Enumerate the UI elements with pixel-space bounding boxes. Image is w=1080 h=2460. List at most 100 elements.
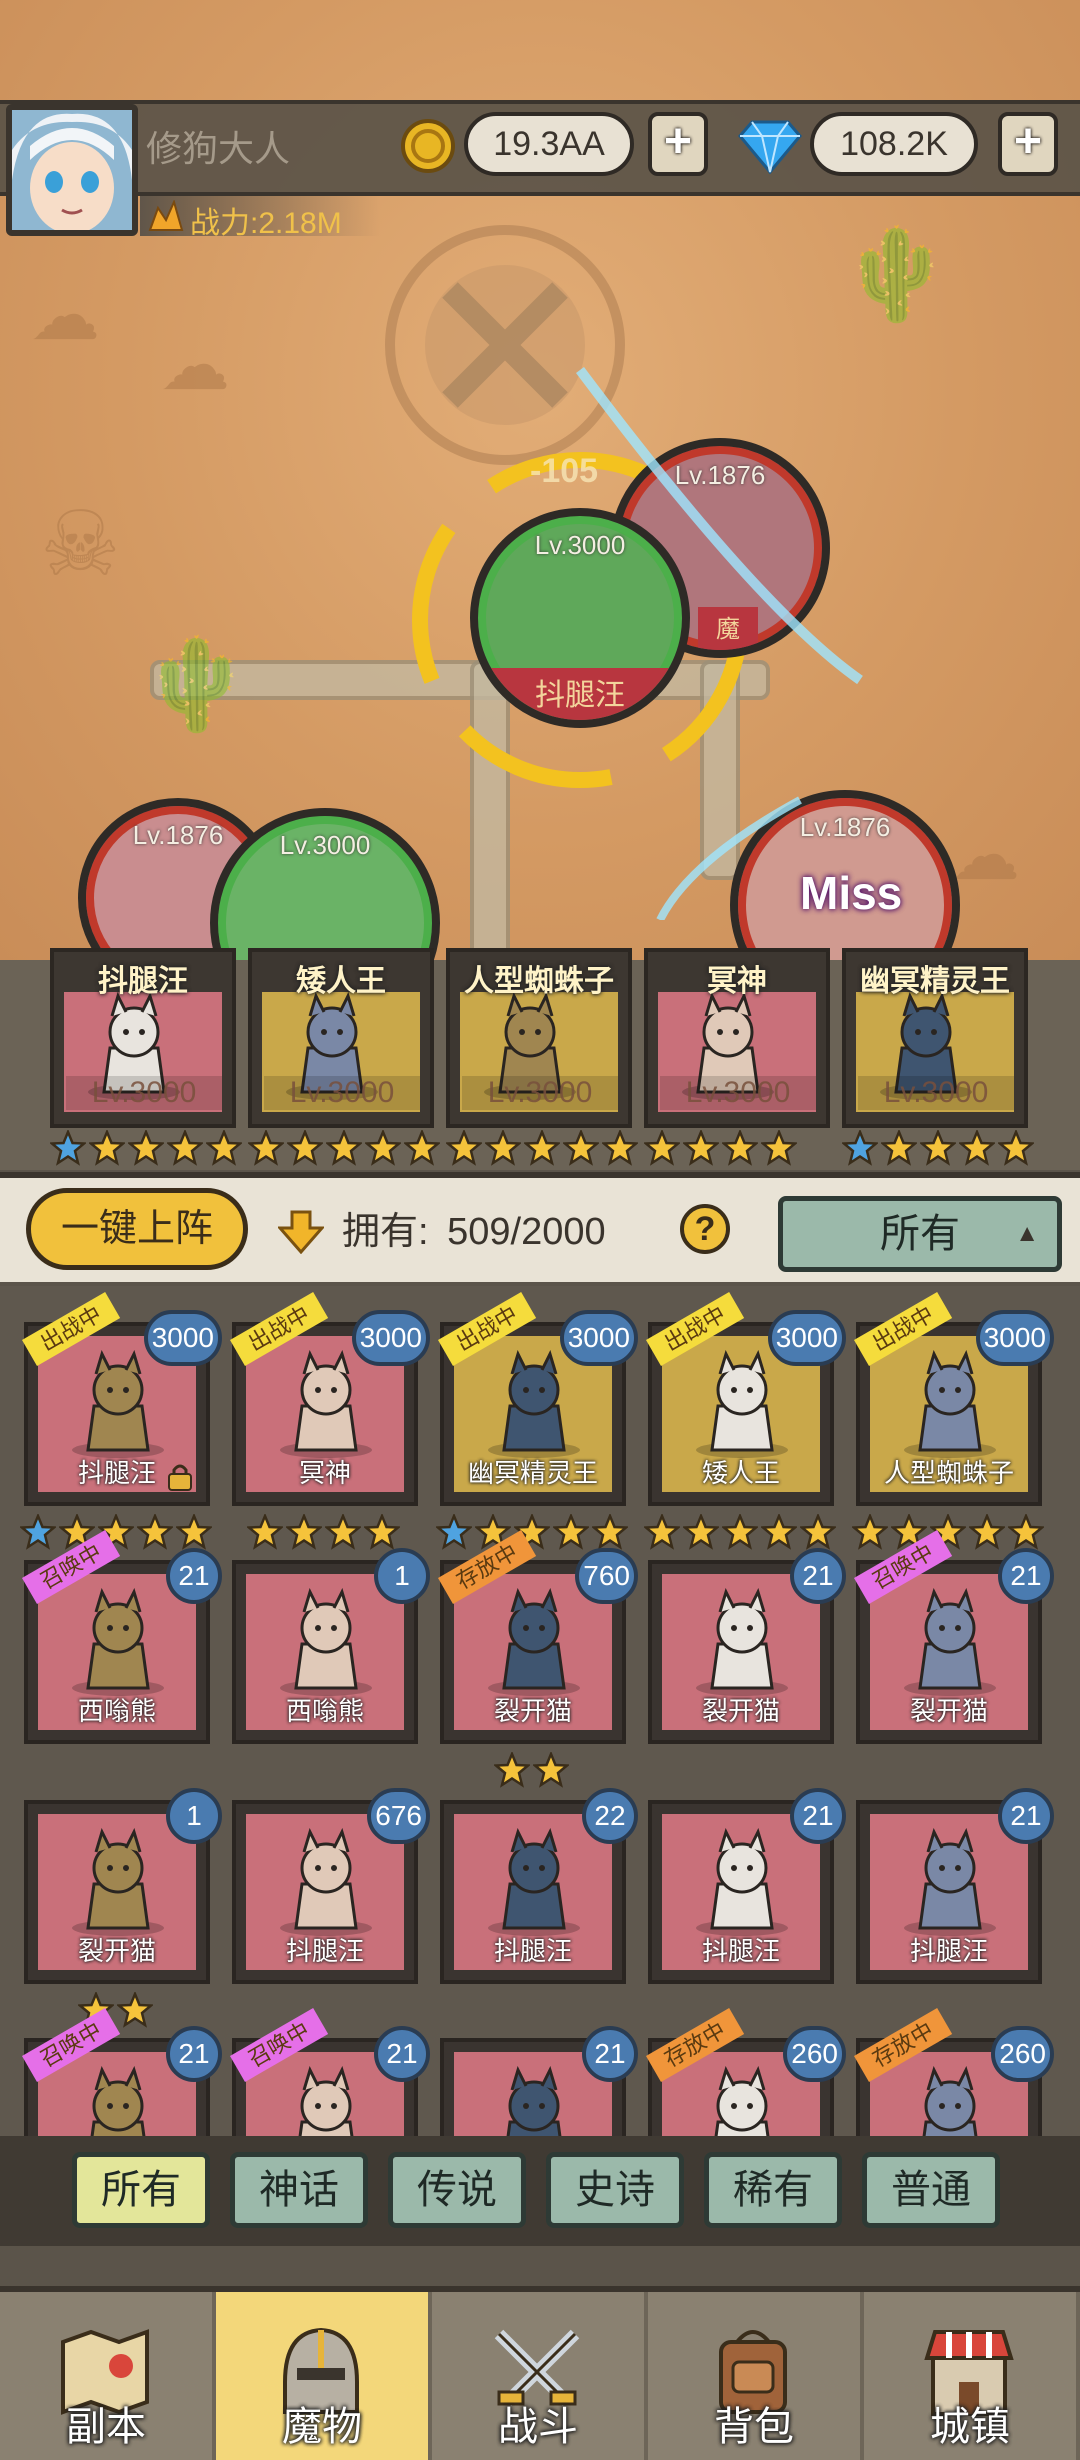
player-name: 修狗大人	[146, 128, 291, 169]
rarity-tab[interactable]: 神话	[230, 2152, 368, 2228]
count-badge: 260	[991, 2026, 1054, 2082]
monster-portrait-icon	[904, 1827, 996, 1936]
skull-icon: ☠	[40, 495, 121, 595]
nav-tab[interactable]: 战斗	[432, 2292, 648, 2460]
star-rating	[851, 1514, 1044, 1550]
star-icon	[50, 1130, 86, 1166]
monster-card[interactable]: 21 裂开猫	[648, 1548, 846, 1744]
star-icon	[602, 1130, 638, 1166]
monster-portrait-icon	[280, 1827, 372, 1936]
monster-card[interactable]: 出战中 3000 冥神	[230, 1292, 430, 1506]
monster-card[interactable]: 出战中 3000 人型蜘蛛子	[854, 1292, 1054, 1506]
monster-card[interactable]: 21 抖腿汪	[648, 1788, 846, 1984]
slash-effect-icon	[576, 366, 863, 920]
star-rating	[446, 1130, 638, 1166]
rarity-tab[interactable]: 史诗	[546, 2152, 684, 2228]
rarity-tab[interactable]: 稀有	[704, 2152, 842, 2228]
monster-portrait-icon	[90, 2065, 146, 2136]
count-badge: 22	[582, 1788, 638, 1844]
star-rating	[19, 1514, 212, 1550]
monster-card[interactable]: 出战中 3000 幽冥精灵王	[438, 1292, 638, 1506]
monster-card[interactable]: 22 抖腿汪	[440, 1788, 638, 1984]
ally-unit-left[interactable]: Lv.3000	[210, 808, 440, 960]
formation-slot[interactable]: 人型蜘蛛子 Lv.3000	[446, 948, 632, 1128]
nav-tab[interactable]: 背包	[648, 2292, 864, 2460]
nav-tab[interactable]: 城镇	[864, 2292, 1080, 2460]
star-icon	[851, 1514, 888, 1550]
monster-card[interactable]: 1 西嗡熊	[232, 1548, 430, 1744]
monster-name: 抖腿汪	[701, 1936, 780, 1966]
nav-label: 副本	[66, 2405, 146, 2449]
monster-name: 抖腿汪	[493, 1936, 572, 1966]
monster-portrait-icon	[922, 2065, 978, 2136]
avatar-portrait-icon	[12, 110, 132, 230]
monster-portrait-icon	[72, 1827, 164, 1936]
filter-label: 所有	[880, 1212, 960, 1256]
star-icon	[117, 1992, 153, 2028]
formation-slot[interactable]: 幽冥精灵王 Lv.3000	[842, 948, 1028, 1128]
formation-level: Lv.3000	[660, 1076, 816, 1110]
formation-slot[interactable]: 冥神 Lv.3000	[644, 948, 830, 1128]
star-icon	[404, 1130, 440, 1166]
count-badge: 3000	[975, 1310, 1054, 1366]
add-gems-button[interactable]: +	[998, 112, 1058, 176]
nav-tab[interactable]: 副本	[0, 2292, 216, 2460]
owned-label: 拥有:	[342, 1211, 429, 1253]
monster-portrait-icon	[506, 2065, 562, 2136]
star-icon	[682, 1514, 719, 1550]
owned-count: 拥有: 509/2000	[342, 1200, 606, 1255]
rarity-tab[interactable]: 传说	[388, 2152, 526, 2228]
star-icon	[446, 1130, 482, 1166]
monster-card[interactable]: 1 裂开猫	[24, 1788, 222, 1984]
formation-name: 人型蜘蛛子	[464, 965, 614, 998]
monster-roster: 出战中 3000 抖腿汪 出战中 3000 冥神 出战中 3000 幽冥精灵王 出战中 3000 矮人…	[0, 1286, 1080, 2136]
monster-portrait-icon	[72, 1587, 164, 1696]
monster-card[interactable]: 召唤中 21	[230, 2008, 430, 2136]
formation-name: 矮人王	[296, 965, 386, 998]
monster-name: 裂开猫	[77, 1936, 156, 1966]
star-icon	[644, 1130, 680, 1166]
monster-card[interactable]: 21 抖腿汪	[856, 1788, 1054, 1984]
formation-slot[interactable]: 矮人王 Lv.3000	[248, 948, 434, 1128]
monster-portrait-icon	[488, 1349, 580, 1458]
monster-card[interactable]: 存放中 260	[854, 2008, 1054, 2136]
count-badge: 760	[575, 1548, 638, 1604]
star-icon	[881, 1130, 917, 1166]
monster-card[interactable]: 存放中 260	[646, 2008, 846, 2136]
player-avatar[interactable]	[6, 104, 138, 236]
nav-tab[interactable]: 魔物	[216, 2292, 432, 2460]
monster-card[interactable]: 存放中 760 裂开猫	[438, 1530, 638, 1744]
add-gold-button[interactable]: +	[648, 112, 708, 176]
monster-card[interactable]: 21	[440, 2026, 638, 2136]
monster-card[interactable]: 召唤中 21 裂开猫	[854, 1530, 1054, 1744]
lock-icon	[166, 1462, 194, 1499]
star-icon	[533, 1752, 569, 1788]
monster-portrait-icon	[696, 1587, 788, 1696]
rarity-tab[interactable]: 普通	[862, 2152, 1000, 2228]
help-button[interactable]: ?	[680, 1204, 730, 1254]
arrow-down-icon	[278, 1210, 324, 1254]
star-rating	[435, 1514, 628, 1550]
diamond-icon	[738, 120, 802, 174]
star-rating	[644, 1130, 797, 1166]
count-badge: 1	[166, 1788, 222, 1844]
star-icon	[206, 1130, 242, 1166]
formation-name: 幽冥精灵王	[860, 965, 1010, 998]
star-icon	[799, 1514, 836, 1550]
monster-card[interactable]: 676 抖腿汪	[232, 1788, 430, 1984]
count-badge: 260	[783, 2026, 846, 2082]
monster-portrait-icon	[280, 1587, 372, 1696]
monster-portrait-icon	[714, 2065, 770, 2136]
monster-card[interactable]: 出战中 3000 矮人王	[646, 1292, 846, 1506]
monster-card[interactable]: 召唤中 21 西嗡熊	[22, 1530, 222, 1744]
star-icon	[19, 1514, 56, 1550]
auto-deploy-button[interactable]: 一键上阵	[26, 1188, 248, 1270]
rarity-tab[interactable]: 所有	[72, 2152, 210, 2228]
filter-dropdown[interactable]: 所有 ▲	[778, 1196, 1062, 1272]
formation-slot[interactable]: 抖腿汪 Lv.3000	[50, 948, 236, 1128]
monster-card[interactable]: 召唤中 21	[22, 2008, 222, 2136]
count-badge: 3000	[767, 1310, 846, 1366]
cloud-icon: ☁	[30, 276, 100, 354]
monster-portrait-icon	[696, 1827, 788, 1936]
monster-name: 矮人王	[701, 1458, 780, 1488]
